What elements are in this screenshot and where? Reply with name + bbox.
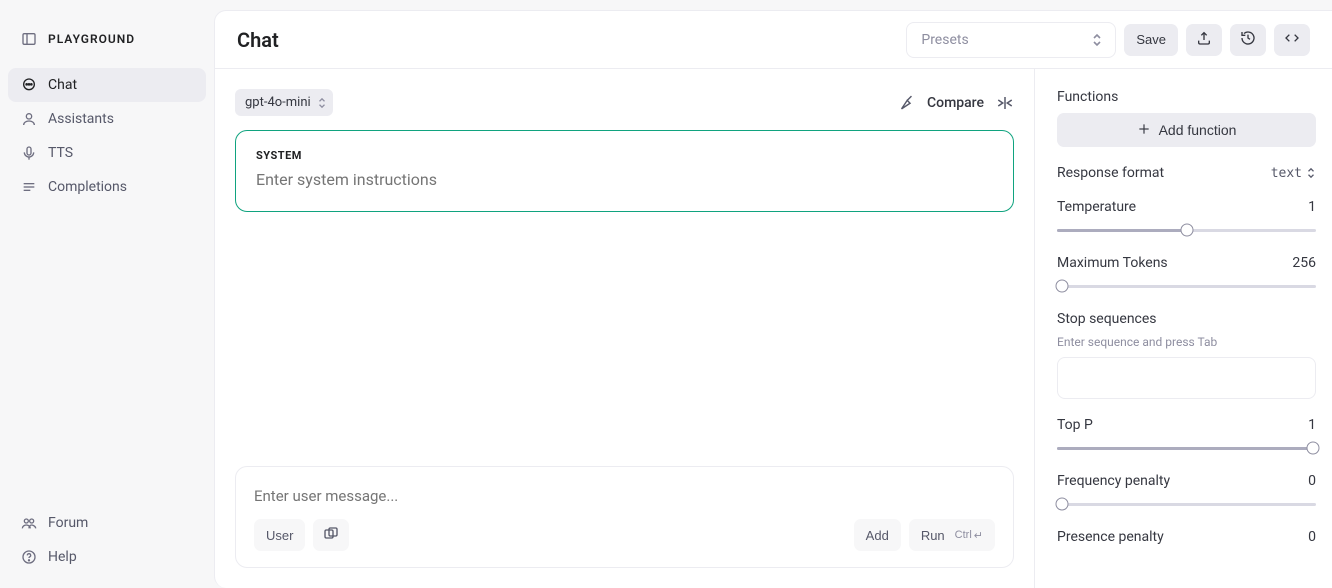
history-icon	[1240, 30, 1256, 49]
sidebar-item-assistants[interactable]: Assistants	[8, 102, 206, 136]
presence-penalty-row: Presence penalty 0	[1057, 529, 1316, 545]
help-icon	[20, 548, 38, 566]
chat-bubble-icon	[20, 76, 38, 94]
chat-top-right: Compare	[898, 94, 1014, 111]
panel-left-icon	[20, 30, 38, 48]
sidebar-item-forum[interactable]: Forum	[8, 506, 206, 540]
sidebar-item-tts[interactable]: TTS	[8, 136, 206, 170]
role-user-button[interactable]: User	[254, 519, 305, 551]
sidebar-item-label: Assistants	[48, 111, 114, 127]
temperature-value: 1	[1308, 199, 1316, 215]
user-message-input[interactable]	[254, 487, 995, 505]
top-p-value: 1	[1308, 417, 1316, 433]
top-p-slider[interactable]	[1057, 441, 1316, 455]
people-icon	[20, 514, 38, 532]
stop-sequences-label: Stop sequences	[1057, 311, 1316, 327]
response-format-label: Response format	[1057, 165, 1164, 181]
frequency-penalty-value: 0	[1308, 473, 1316, 489]
mic-icon	[20, 144, 38, 162]
temperature-slider[interactable]	[1057, 223, 1316, 237]
sidebar-item-label: Completions	[48, 179, 127, 195]
presets-dropdown[interactable]: Presets	[906, 22, 1116, 58]
response-format-value: text	[1271, 166, 1316, 181]
sidebar-header: PLAYGROUND	[8, 20, 206, 68]
response-format-row[interactable]: Response format text	[1057, 165, 1316, 181]
image-icon	[323, 526, 339, 545]
message-composer: User Add Run	[235, 466, 1014, 568]
top-p-row: Top P 1	[1057, 417, 1316, 455]
temperature-row: Temperature 1	[1057, 199, 1316, 237]
stop-sequences-input[interactable]	[1057, 357, 1316, 399]
presence-penalty-value: 0	[1308, 529, 1316, 545]
system-box[interactable]: SYSTEM	[235, 130, 1014, 212]
history-button[interactable]	[1230, 24, 1266, 56]
upload-button[interactable]	[1186, 24, 1222, 56]
compare-label[interactable]: Compare	[927, 95, 984, 111]
plus-icon	[1137, 122, 1151, 139]
system-heading: SYSTEM	[256, 149, 993, 162]
chat-area: gpt-4o-mini Compare SYSTEM	[215, 69, 1034, 588]
chevron-up-down-icon	[317, 97, 327, 109]
presence-penalty-label: Presence penalty	[1057, 529, 1164, 545]
run-button[interactable]: Run Ctrl ↵	[909, 519, 995, 551]
code-button[interactable]	[1274, 24, 1310, 56]
system-input[interactable]	[256, 170, 993, 189]
sidebar-item-label: Help	[48, 549, 77, 565]
model-name: gpt-4o-mini	[245, 95, 311, 110]
save-button-label: Save	[1136, 32, 1166, 47]
header-actions: Presets Save	[906, 22, 1310, 58]
upload-icon	[1196, 30, 1212, 49]
composer-actions: User Add Run	[254, 519, 995, 551]
sidebar-item-label: Chat	[48, 77, 77, 93]
code-icon	[1284, 30, 1300, 49]
main-header: Chat Presets Save	[215, 11, 1332, 69]
chevron-up-down-icon	[1306, 167, 1316, 179]
main-body: gpt-4o-mini Compare SYSTEM	[215, 69, 1332, 588]
stop-sequences-hint: Enter sequence and press Tab	[1057, 335, 1316, 349]
frequency-penalty-row: Frequency penalty 0	[1057, 473, 1316, 511]
sidebar-title: PLAYGROUND	[48, 32, 135, 46]
functions-label: Functions	[1057, 89, 1316, 105]
top-p-label: Top P	[1057, 417, 1093, 433]
run-shortcut: Ctrl ↵	[955, 529, 983, 542]
scrollbar[interactable]	[1325, 69, 1331, 588]
settings-panel: Functions Add function Response format t…	[1034, 69, 1332, 588]
add-function-button[interactable]: Add function	[1057, 113, 1316, 147]
model-selector[interactable]: gpt-4o-mini	[235, 89, 333, 116]
frequency-penalty-label: Frequency penalty	[1057, 473, 1170, 489]
sidebar-item-completions[interactable]: Completions	[8, 170, 206, 204]
add-message-button[interactable]: Add	[854, 519, 901, 551]
max-tokens-label: Maximum Tokens	[1057, 255, 1168, 271]
lines-icon	[20, 178, 38, 196]
frequency-penalty-slider[interactable]	[1057, 497, 1316, 511]
max-tokens-value: 256	[1292, 255, 1316, 271]
presets-placeholder: Presets	[921, 32, 968, 48]
sidebar-item-help[interactable]: Help	[8, 540, 206, 574]
role-user-label: User	[266, 528, 293, 543]
compare-icon[interactable]	[996, 95, 1014, 111]
sidebar: PLAYGROUND Chat Assistants TTS Completio	[0, 0, 214, 588]
save-button[interactable]: Save	[1124, 24, 1178, 56]
clear-button[interactable]	[898, 94, 915, 111]
add-label: Add	[866, 528, 889, 543]
user-icon	[20, 110, 38, 128]
sidebar-item-label: Forum	[48, 515, 88, 531]
sidebar-item-chat[interactable]: Chat	[8, 68, 206, 102]
sidebar-item-label: TTS	[48, 145, 73, 161]
chat-top-row: gpt-4o-mini Compare	[235, 89, 1014, 116]
attach-button[interactable]	[313, 519, 349, 551]
run-label: Run	[921, 528, 945, 543]
stop-sequences-row: Stop sequences Enter sequence and press …	[1057, 311, 1316, 399]
add-function-label: Add function	[1159, 122, 1237, 138]
temperature-label: Temperature	[1057, 199, 1136, 215]
max-tokens-slider[interactable]	[1057, 279, 1316, 293]
max-tokens-row: Maximum Tokens 256	[1057, 255, 1316, 293]
main-panel: Chat Presets Save	[214, 10, 1332, 588]
page-title: Chat	[237, 28, 279, 52]
chevron-up-down-icon	[1091, 33, 1103, 47]
